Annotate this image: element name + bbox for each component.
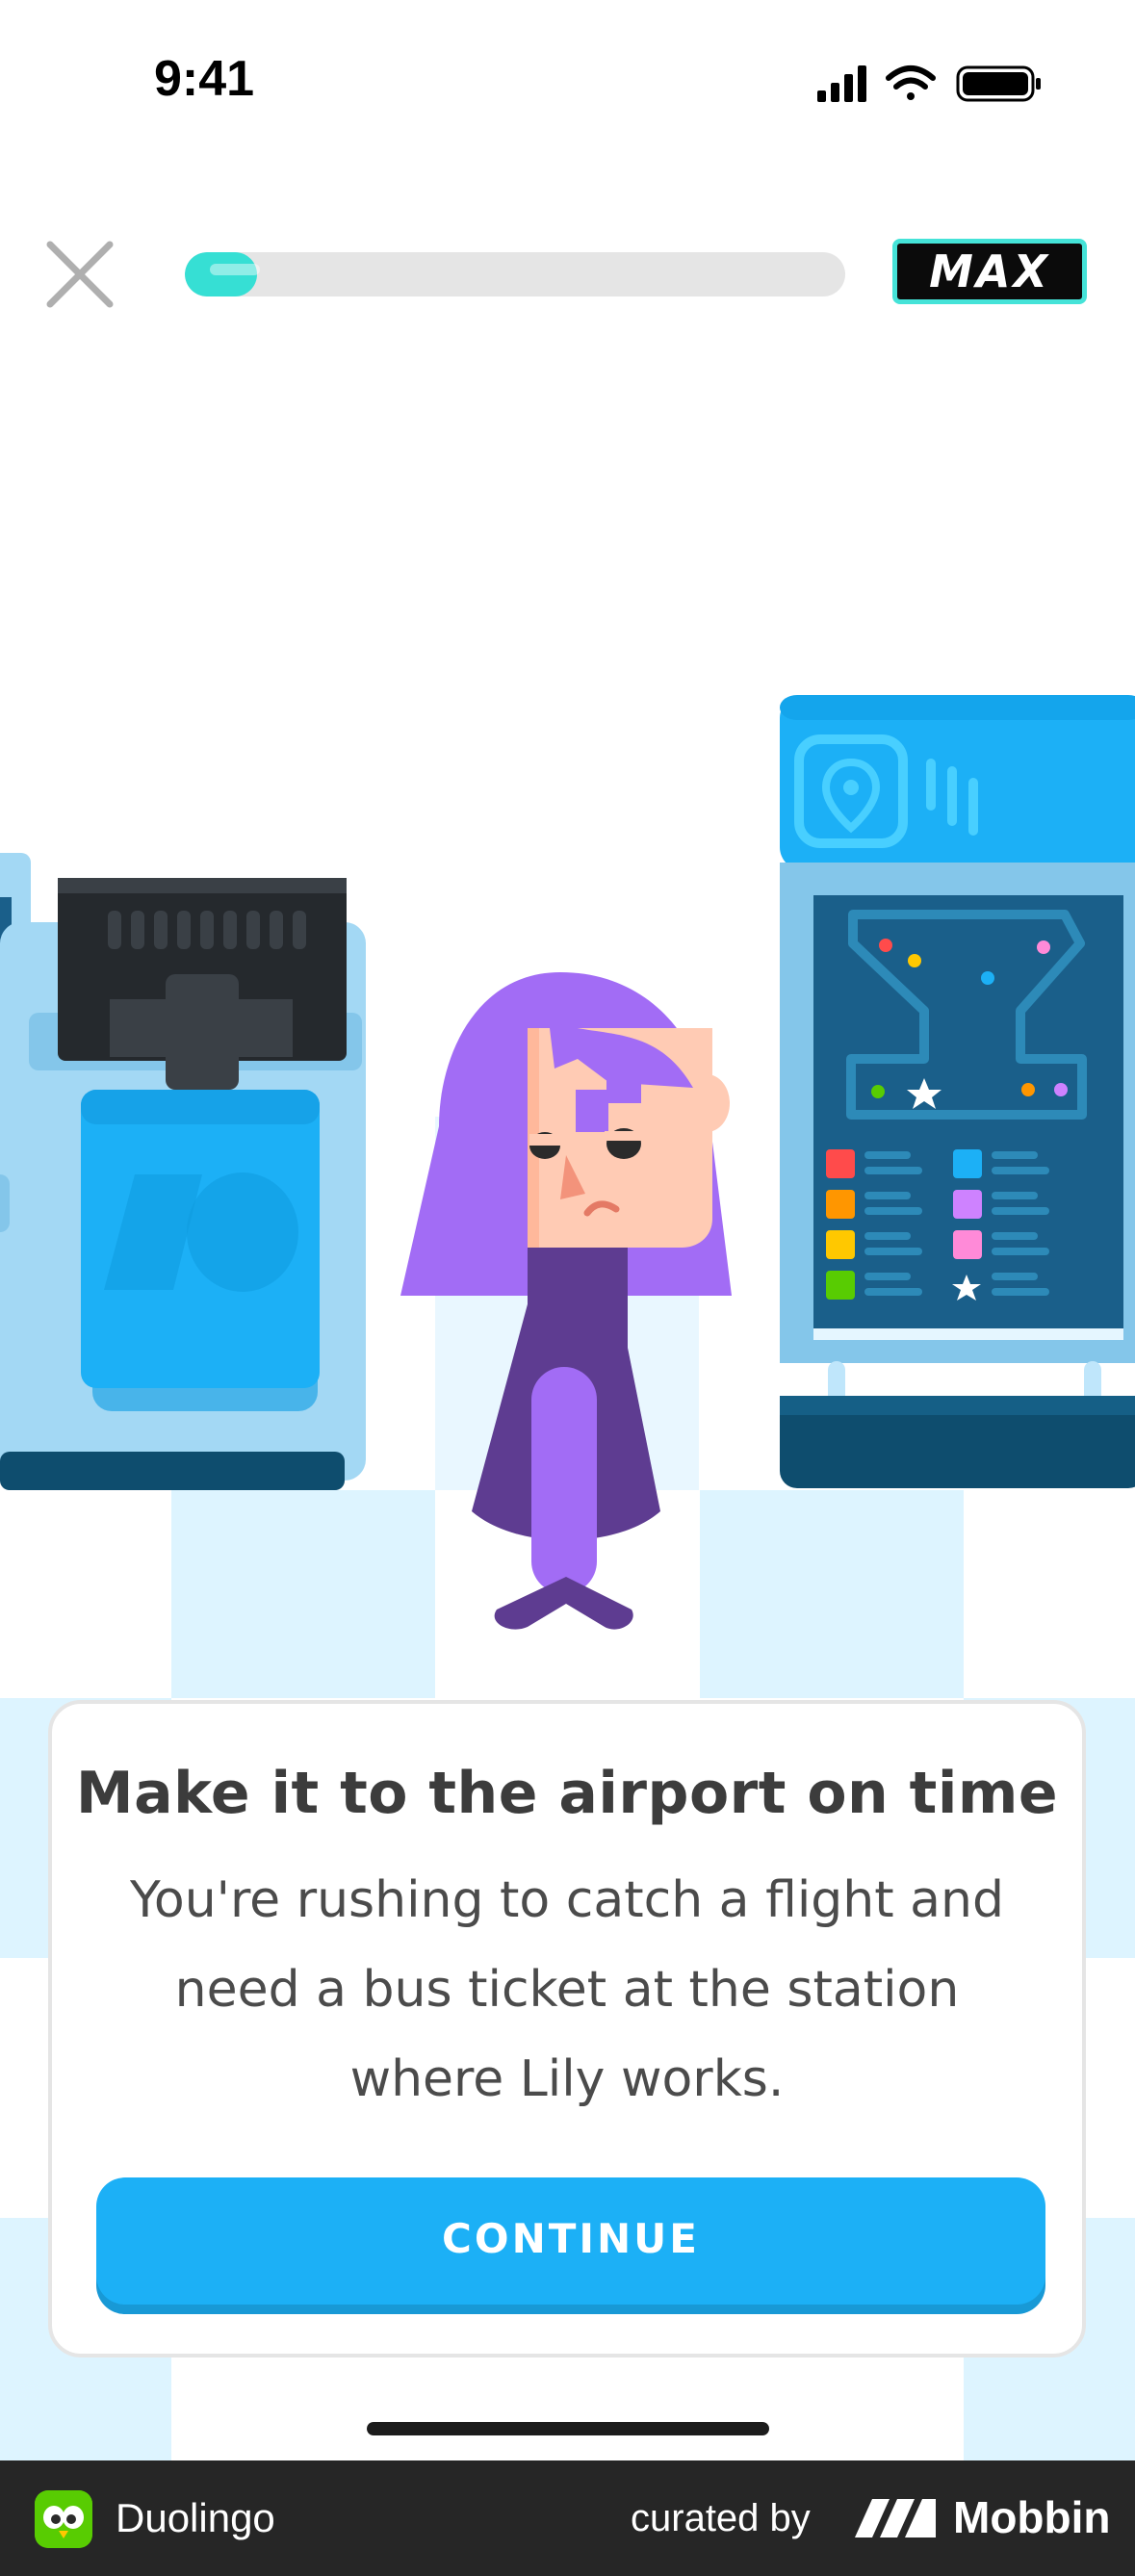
attribution-footer: Duolingo curated by Mobbin	[0, 2460, 1135, 2576]
footer-curated-by: curated by	[631, 2497, 811, 2539]
footer-app-name: Duolingo	[116, 2495, 275, 2540]
ticket-machine	[0, 853, 366, 1490]
cellular-signal-icon	[817, 65, 866, 102]
mobbin-logo-icon	[855, 2499, 936, 2537]
max-badge[interactable]: MAX	[892, 239, 1087, 304]
progress-fill	[185, 252, 260, 296]
duolingo-owl-icon	[35, 2490, 92, 2548]
home-indicator[interactable]	[367, 2422, 769, 2435]
close-button[interactable]	[42, 237, 117, 312]
footer-brand: Mobbin	[953, 2492, 1111, 2542]
scenario-description: You're rushing to catch a flight and nee…	[130, 1871, 1004, 2108]
status-time: 9:41	[154, 51, 255, 107]
scenario-title: Make it to the airport on time	[75, 1760, 1059, 1827]
battery-icon	[956, 65, 1041, 102]
lesson-progress-bar	[185, 252, 845, 296]
continue-button[interactable]: CONTINUE	[96, 2177, 1045, 2305]
departures-board	[780, 695, 1135, 1488]
status-icons	[817, 65, 1041, 102]
scenario-card: Make it to the airport on time You're ru…	[48, 1700, 1086, 2357]
wifi-icon	[886, 65, 936, 100]
close-x-icon	[46, 241, 114, 308]
lesson-intro-screen: 9:41 MAX Make it to the airport on time …	[0, 0, 1135, 2576]
